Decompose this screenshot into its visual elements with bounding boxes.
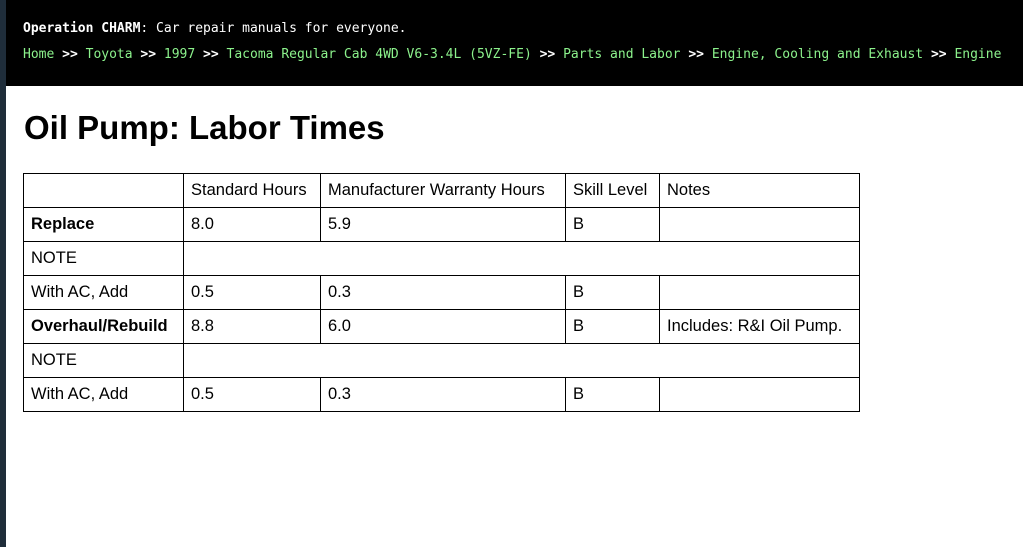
operation-cell: Overhaul/Rebuild xyxy=(23,309,184,344)
operation-cell: With AC, Add xyxy=(23,377,184,412)
notes-cell xyxy=(659,207,860,242)
skill-level-cell: B xyxy=(565,377,660,412)
operation-cell: With AC, Add xyxy=(23,275,184,310)
table-row: With AC, Add 0.5 0.3 B xyxy=(23,275,860,310)
breadcrumb-separator: >> xyxy=(140,47,157,62)
labor-times-table: Standard Hours Manufacturer Warranty Hou… xyxy=(23,173,860,412)
notes-cell xyxy=(659,377,860,412)
breadcrumb-separator: >> xyxy=(62,47,78,62)
page-title: Oil Pump: Labor Times xyxy=(24,109,385,146)
breadcrumb-separator: >> xyxy=(930,47,947,62)
breadcrumb-engine-cooling-exhaust[interactable]: Engine, Cooling and Exhaust xyxy=(712,47,923,62)
table-row-note: NOTE xyxy=(23,343,860,378)
standard-hours-cell: 0.5 xyxy=(183,275,321,310)
breadcrumb-separator: >> xyxy=(203,47,219,62)
note-content-cell xyxy=(183,343,860,378)
table-row: With AC, Add 0.5 0.3 B xyxy=(23,377,860,412)
breadcrumb-separator: >> xyxy=(539,47,556,62)
note-label-cell: NOTE xyxy=(23,241,184,276)
note-label-cell: NOTE xyxy=(23,343,184,378)
breadcrumb-engine[interactable]: Engine xyxy=(954,47,1001,62)
breadcrumb-separator: >> xyxy=(688,47,704,62)
site-header: Operation CHARM: Car repair manuals for … xyxy=(6,0,1023,86)
breadcrumb-parts-labor[interactable]: Parts and Labor xyxy=(563,47,680,62)
notes-cell: Includes: R&I Oil Pump. xyxy=(659,309,860,344)
site-tagline: Operation CHARM: Car repair manuals for … xyxy=(23,21,407,36)
note-content-cell xyxy=(183,241,860,276)
breadcrumb-year[interactable]: 1997 xyxy=(164,47,195,62)
table-row-note: NOTE xyxy=(23,241,860,276)
warranty-hours-cell: 0.3 xyxy=(320,275,566,310)
column-header-skill-level: Skill Level xyxy=(565,173,660,208)
table-header-row: Standard Hours Manufacturer Warranty Hou… xyxy=(23,173,860,208)
standard-hours-cell: 8.8 xyxy=(183,309,321,344)
skill-level-cell: B xyxy=(565,207,660,242)
column-header-standard-hours: Standard Hours xyxy=(183,173,321,208)
skill-level-cell: B xyxy=(565,275,660,310)
warranty-hours-cell: 5.9 xyxy=(320,207,566,242)
breadcrumb-make[interactable]: Toyota xyxy=(86,47,133,62)
column-header-warranty-hours: Manufacturer Warranty Hours xyxy=(320,173,566,208)
standard-hours-cell: 0.5 xyxy=(183,377,321,412)
breadcrumb: Home >> Toyota >> 1997 >> Tacoma Regular… xyxy=(23,47,1001,62)
brand-name: Operation CHARM xyxy=(23,21,141,36)
column-header-notes: Notes xyxy=(659,173,860,208)
table-row: Overhaul/Rebuild 8.8 6.0 B Includes: R&I… xyxy=(23,309,860,344)
column-header-operation xyxy=(23,173,184,208)
tagline-text: : Car repair manuals for everyone. xyxy=(140,21,407,36)
skill-level-cell: B xyxy=(565,309,660,344)
warranty-hours-cell: 6.0 xyxy=(320,309,566,344)
warranty-hours-cell: 0.3 xyxy=(320,377,566,412)
operation-cell: Replace xyxy=(23,207,184,242)
notes-cell xyxy=(659,275,860,310)
standard-hours-cell: 8.0 xyxy=(183,207,321,242)
breadcrumb-model[interactable]: Tacoma Regular Cab 4WD V6-3.4L (5VZ-FE) xyxy=(227,47,532,62)
breadcrumb-home[interactable]: Home xyxy=(23,47,54,62)
table-row: Replace 8.0 5.9 B xyxy=(23,207,860,242)
